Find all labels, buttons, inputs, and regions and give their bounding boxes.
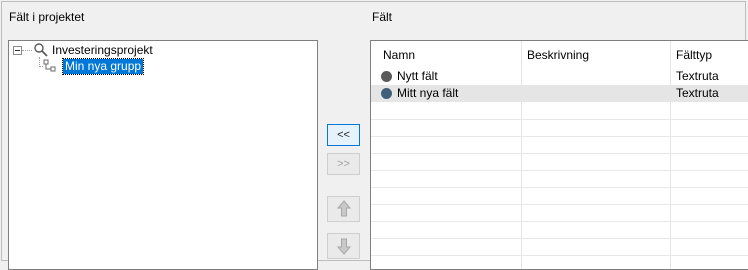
collapse-icon[interactable] (13, 46, 22, 55)
project-fields-tree[interactable]: Investeringsprojekt Min nya grupp (8, 40, 318, 270)
magnifier-icon (34, 43, 48, 57)
move-up-button[interactable] (327, 196, 360, 222)
tree-root-item[interactable]: Investeringsprojekt (52, 43, 153, 57)
table-row[interactable]: Nytt fält Textruta (371, 68, 748, 85)
projektfalt-header: Fält i projektet (9, 10, 85, 24)
row-divider (371, 170, 748, 171)
table-row-selected[interactable]: Mitt nya fält Textruta (371, 85, 748, 102)
arrow-down-icon (337, 238, 351, 255)
row-divider (371, 221, 748, 222)
row-divider (371, 238, 748, 239)
row-divider (371, 153, 748, 154)
row-divider (371, 187, 748, 188)
fields-list[interactable]: Namn Beskrivning Fälttyp Nytt fält Textr… (370, 40, 748, 270)
column-header-beskrivning[interactable]: Beskrivning (527, 48, 589, 62)
falt-header: Fält (372, 10, 393, 24)
group-icon (43, 59, 56, 72)
column-header-namn[interactable]: Namn (383, 48, 415, 62)
row-divider (371, 204, 748, 205)
row-divider (371, 136, 748, 137)
tree-group-item-selected[interactable]: Min nya grupp (61, 58, 145, 75)
field-status-dot (381, 88, 392, 99)
arrow-up-icon (337, 200, 351, 217)
field-type: Textruta (676, 69, 719, 83)
row-divider (371, 255, 748, 256)
row-divider (371, 119, 748, 120)
field-name: Mitt nya fält (397, 86, 459, 100)
field-status-dot (381, 71, 392, 82)
tree-connector (22, 50, 32, 51)
add-field-button[interactable]: << (327, 124, 360, 146)
move-down-button[interactable] (327, 233, 360, 259)
field-type: Textruta (676, 86, 719, 100)
remove-field-button[interactable]: >> (327, 153, 360, 175)
column-header-falttyp[interactable]: Fälttyp (676, 48, 712, 62)
field-name: Nytt fält (397, 69, 438, 83)
